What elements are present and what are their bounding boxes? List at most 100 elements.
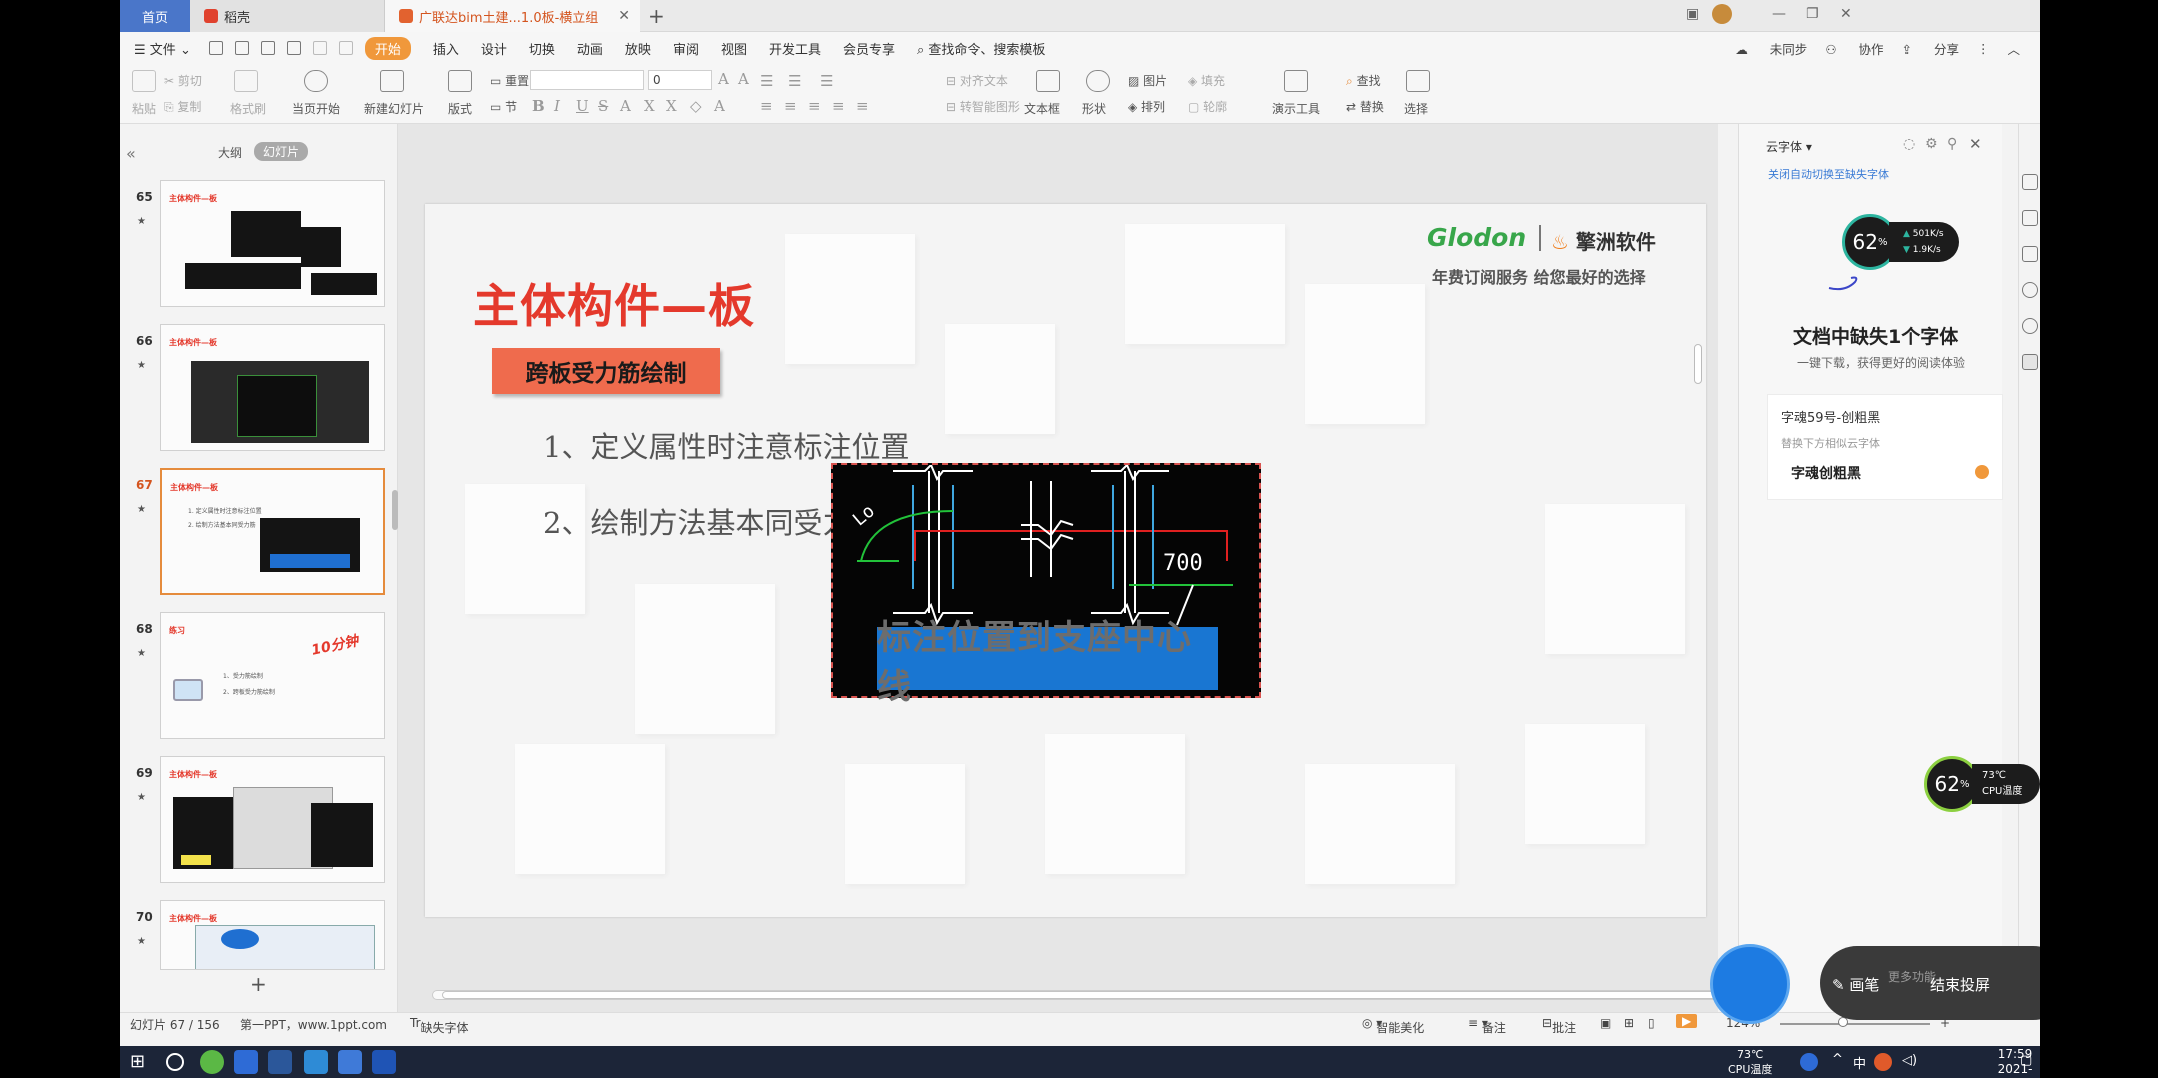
sync-button[interactable]: ☁ 未同步 <box>1735 39 1807 58</box>
command-search[interactable]: ⌕ 查找命令、搜索模板 <box>917 39 1045 58</box>
cast-more-label[interactable]: 更多功能 <box>1888 968 1936 985</box>
notes-button[interactable]: ≡ 备注 ▾ <box>1468 1016 1506 1035</box>
export-pdf-icon[interactable] <box>234 41 249 55</box>
menu-animation[interactable]: 动画 <box>577 39 603 58</box>
redo-icon[interactable] <box>338 41 353 55</box>
shape-button[interactable]: 形状 <box>1082 100 1106 117</box>
help-icon[interactable] <box>2022 282 2038 298</box>
convert-smartart-button[interactable]: ⊟ 转智能图形 <box>946 98 1020 115</box>
align-left-icon[interactable]: ≡ <box>760 97 773 115</box>
slide-subtitle[interactable]: 跨板受力筋绘制 <box>492 348 720 394</box>
menu-insert[interactable]: 插入 <box>433 39 459 58</box>
font-name-field[interactable] <box>530 70 644 90</box>
normal-view-icon[interactable]: ▣ <box>1600 1016 1611 1030</box>
font-size-field[interactable]: 0 <box>648 70 712 90</box>
textbox-button[interactable]: 文本框 <box>1024 100 1060 117</box>
outline-button[interactable]: ▢ 轮廓 <box>1188 98 1227 115</box>
menu-review[interactable]: 审阅 <box>673 39 699 58</box>
collapse-ribbon-icon[interactable]: ︿ <box>2007 39 2020 58</box>
auto-switch-link[interactable]: 关闭自动切换至缺失字体 <box>1768 166 1889 182</box>
browser-app-icon[interactable] <box>200 1050 224 1074</box>
indent-icon[interactable]: ☰ <box>820 72 833 90</box>
more-icon[interactable]: ⋮ <box>1977 41 1990 56</box>
present-tools-icon[interactable] <box>1284 70 1308 92</box>
distribute-icon[interactable]: ≡ <box>856 97 869 115</box>
align-right-icon[interactable]: ≡ <box>808 97 821 115</box>
slide-thumbnail[interactable]: 主体构件—板 <box>160 324 385 451</box>
new-slide-icon[interactable] <box>380 70 404 92</box>
select-button[interactable]: 选择 <box>1404 100 1428 117</box>
pin-tool-icon[interactable] <box>2022 210 2038 226</box>
menu-member[interactable]: 会员专享 <box>843 39 895 58</box>
settings-icon[interactable]: ⚙ <box>1925 136 1938 152</box>
pin-icon[interactable]: ⚲ <box>1947 136 1957 152</box>
italic-icon[interactable]: I <box>554 97 560 115</box>
beautify-button[interactable]: ◎ 智能美化 ▾ <box>1362 1016 1424 1035</box>
menu-view[interactable]: 视图 <box>721 39 747 58</box>
ime-indicator[interactable]: 中 <box>1853 1053 1866 1072</box>
increase-font-icon[interactable]: A <box>718 70 729 88</box>
justify-icon[interactable]: ≡ <box>832 97 845 115</box>
text-font-icon[interactable] <box>2022 354 2038 370</box>
textbox-icon[interactable] <box>1036 70 1060 92</box>
menu-developer[interactable]: 开发工具 <box>769 39 821 58</box>
slide-thumbnail[interactable]: 主体构件—板 <box>160 180 385 307</box>
new-slide-button[interactable]: 新建幻灯片 <box>364 100 424 117</box>
slide-thumbnail[interactable]: 主体构件—板 <box>160 900 385 970</box>
scroll-thumb[interactable] <box>442 991 1792 999</box>
add-slide-button[interactable]: + <box>250 972 267 996</box>
windows-start-icon[interactable]: ⊞ <box>130 1050 154 1074</box>
font-color-icon[interactable]: A <box>620 97 631 115</box>
cut-button[interactable]: ✂ 剪切 <box>164 72 202 89</box>
download-font-icon[interactable] <box>1975 465 1989 479</box>
decrease-font-icon[interactable]: A <box>738 70 749 88</box>
shape-icon[interactable] <box>1086 70 1110 92</box>
cloud-font-title[interactable]: 云字体 ▾ <box>1766 138 1812 155</box>
cast-draw-button[interactable]: ✎ 画笔 <box>1832 974 1879 995</box>
fill-button[interactable]: ◈ 填充 <box>1188 72 1225 89</box>
sorter-view-icon[interactable]: ⊞ <box>1624 1016 1634 1030</box>
tab-outline[interactable]: 大纲 <box>218 144 242 161</box>
save-icon[interactable] <box>208 41 223 55</box>
char-spacing-icon[interactable]: A <box>714 97 725 115</box>
reading-view-icon[interactable]: ▯ <box>1648 1016 1655 1030</box>
bullet-1[interactable]: 1、定义属性时注意标注位置 <box>543 424 909 466</box>
app-icon[interactable] <box>234 1050 258 1074</box>
clock[interactable]: 17:592021-03-10 <box>1990 1047 2040 1078</box>
select-icon[interactable] <box>1406 70 1430 92</box>
app-icon[interactable] <box>338 1050 362 1074</box>
close-window-icon[interactable]: ✕ <box>1840 6 1852 22</box>
tray-app-icon[interactable] <box>1874 1053 1892 1071</box>
comment-button[interactable]: ⊟ 批注 <box>1542 1016 1576 1035</box>
paste-icon[interactable] <box>132 70 156 92</box>
arrange-button[interactable]: ◈ 排列 <box>1128 98 1165 115</box>
subscript-icon[interactable]: X <box>666 97 677 115</box>
font-card[interactable]: 字魂59号-创粗黑 替换下方相似云字体 字魂创粗黑 <box>1767 394 2003 500</box>
tray-expand-icon[interactable]: ^ <box>1832 1052 1843 1067</box>
word-app-icon[interactable] <box>268 1050 292 1074</box>
tab-home[interactable]: 首页 <box>120 0 190 32</box>
numbering-icon[interactable]: ☰ <box>788 72 801 90</box>
align-text-button[interactable]: ⊟ 对齐文本 <box>946 72 1008 89</box>
from-current-button[interactable]: 当页开始 <box>292 100 340 117</box>
zoom-slider[interactable] <box>1780 1023 1930 1025</box>
align-center-icon[interactable]: ≡ <box>784 97 797 115</box>
tab-document[interactable]: 广联达bim土建...1.0板-横立组 ✕ <box>385 0 640 32</box>
notification-icon[interactable]: ▢ <box>2020 1053 2032 1068</box>
end-cast-button[interactable]: 结束投屏 <box>1930 974 1990 995</box>
slide-thumbnail[interactable]: 主体构件—板 <box>160 756 385 883</box>
superscript-icon[interactable]: X <box>644 97 655 115</box>
slide-thumbnail-active[interactable]: 主体构件—板 1. 定义属性时注意标注位置 2. 绘制方法基本同受力筋 <box>160 468 385 595</box>
print-preview-icon[interactable] <box>286 41 301 55</box>
reset-button[interactable]: ▭ 重置 <box>490 72 529 89</box>
bullet-2[interactable]: 2、绘制方法基本同受力筋 <box>543 500 880 542</box>
help-tray-icon[interactable] <box>1800 1053 1818 1071</box>
close-tab-icon[interactable]: ✕ <box>618 8 630 24</box>
menu-home[interactable]: 开始 <box>364 36 411 60</box>
search-icon[interactable] <box>166 1053 184 1071</box>
share-button[interactable]: ⇪ 分享 <box>1902 39 1959 58</box>
undo-icon[interactable] <box>312 41 327 55</box>
menu-design[interactable]: 设计 <box>481 39 507 58</box>
app-icon[interactable] <box>372 1050 396 1074</box>
picture-button[interactable]: ▨ 图片 <box>1128 72 1167 89</box>
